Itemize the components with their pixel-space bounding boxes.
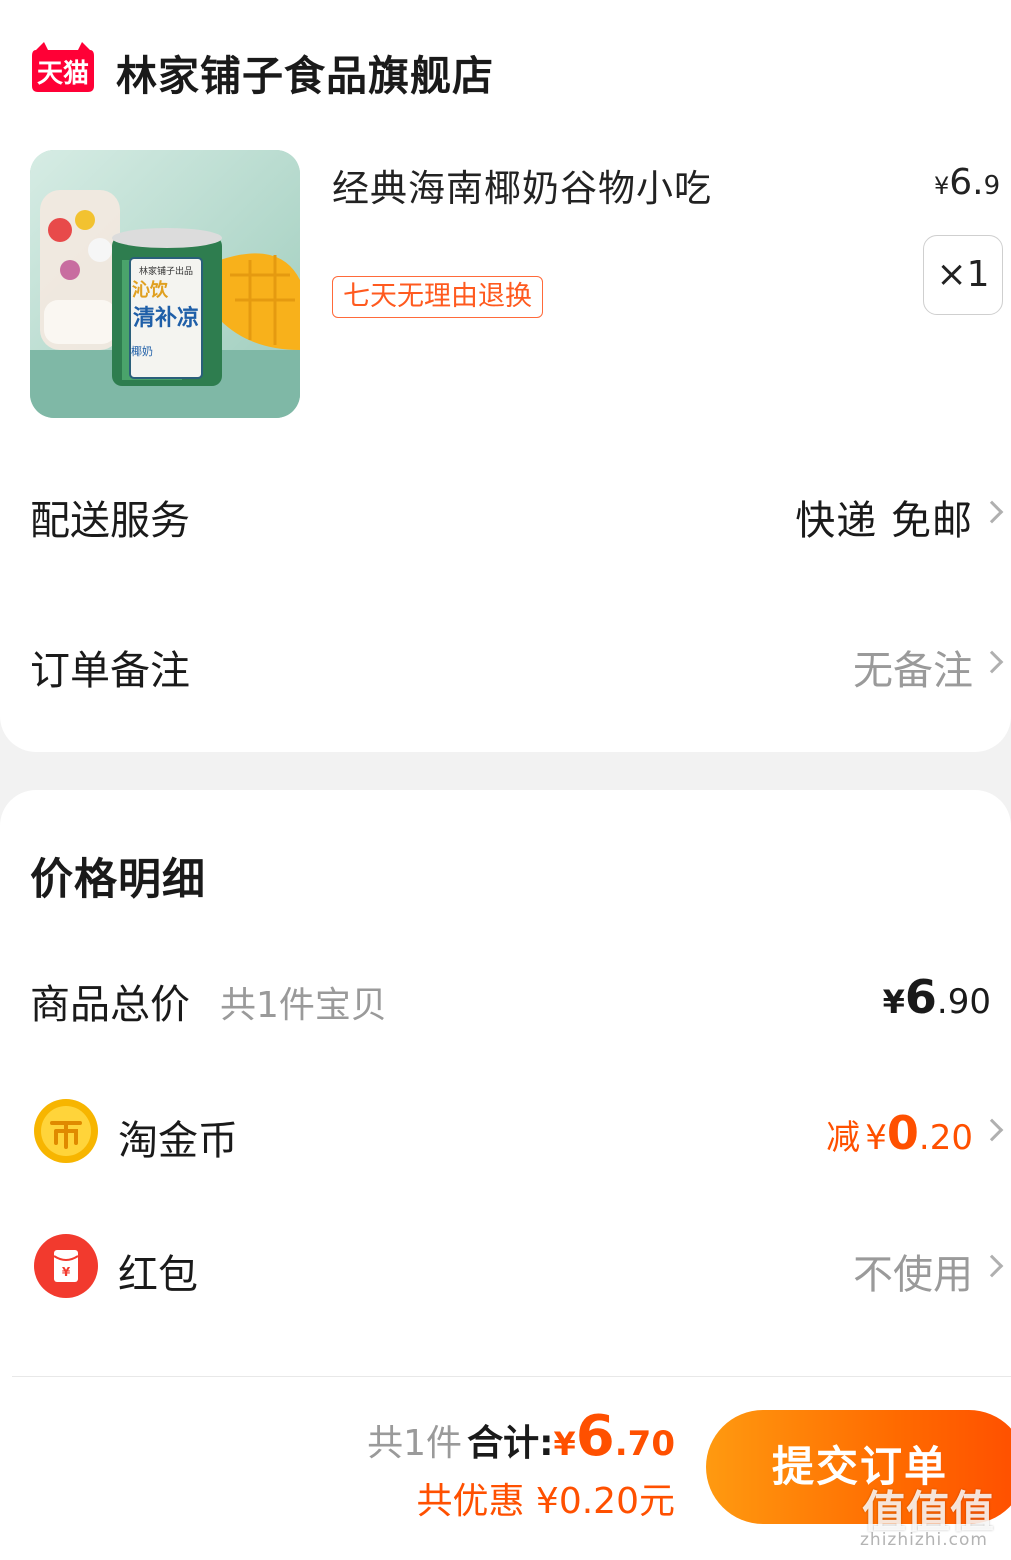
- remark-label: 订单备注: [30, 648, 190, 694]
- quantity-selector[interactable]: ×1: [923, 235, 1003, 315]
- unit-price-dec: 9: [983, 171, 1001, 201]
- redpacket-label: 红包: [118, 1252, 198, 1298]
- tmall-logo-text: 天猫: [37, 59, 89, 89]
- red-packet-icon: ¥: [32, 1232, 100, 1304]
- can-name-text: 清补凉: [133, 305, 199, 331]
- footer-divider: [12, 1376, 1011, 1377]
- unit-price: ¥6.9: [934, 162, 1000, 203]
- taojinbi-prefix: 减: [826, 1118, 861, 1158]
- goods-total-label: 商品总价: [30, 982, 190, 1028]
- can-maker-text: 林家铺子出品: [139, 265, 193, 277]
- redpacket-value: 不使用: [853, 1252, 973, 1298]
- delivery-value: 快递 免邮: [795, 498, 973, 544]
- return-policy-badge: 七天无理由退换: [332, 276, 543, 318]
- svg-text:¥: ¥: [62, 1265, 71, 1279]
- footer-count: 共1件: [367, 1423, 463, 1464]
- taojinbi-currency: ¥: [865, 1118, 887, 1158]
- watermark-url: zhizhizhi.com: [860, 1530, 988, 1550]
- remark-value: 无备注: [853, 648, 973, 694]
- can-sub-text: 椰奶: [131, 344, 153, 358]
- taojinbi-dec: .20: [918, 1118, 973, 1158]
- product-title[interactable]: 经典海南椰奶谷物小吃: [332, 158, 712, 212]
- goods-total-price: ¥6.90: [883, 970, 991, 1024]
- gold-coin-icon: [32, 1097, 100, 1169]
- store-name[interactable]: 林家铺子食品旗舰店: [116, 42, 494, 102]
- goods-total-int: 6: [904, 970, 937, 1024]
- unit-price-int: 6.: [949, 162, 984, 203]
- goods-total-currency: ¥: [882, 983, 905, 1021]
- goods-count: 共1件宝贝: [220, 985, 387, 1026]
- footer-total-dec: .70: [614, 1424, 675, 1464]
- product-image[interactable]: 林家铺子出品 沁饮 清补凉 椰奶: [30, 150, 300, 418]
- footer-discount: 共优惠 ¥0.20元: [416, 1481, 675, 1522]
- tmall-logo-icon: 天猫: [30, 40, 96, 92]
- footer-total-int: 6: [575, 1404, 615, 1469]
- price-detail-title: 价格明细: [30, 855, 206, 905]
- unit-price-currency: ¥: [934, 172, 950, 200]
- footer-total-label: 合计:: [467, 1423, 554, 1464]
- footer-total-currency: ¥: [553, 1425, 576, 1463]
- can-brand-text: 沁饮: [132, 279, 169, 301]
- taojinbi-label: 淘金币: [118, 1118, 238, 1164]
- footer-total: 共1件 合计:¥6.70: [367, 1404, 675, 1469]
- taojinbi-int: 0: [886, 1106, 919, 1160]
- goods-total-dec: .90: [936, 982, 991, 1022]
- taojinbi-discount: 减 ¥0.20: [826, 1106, 973, 1160]
- delivery-label: 配送服务: [30, 498, 190, 544]
